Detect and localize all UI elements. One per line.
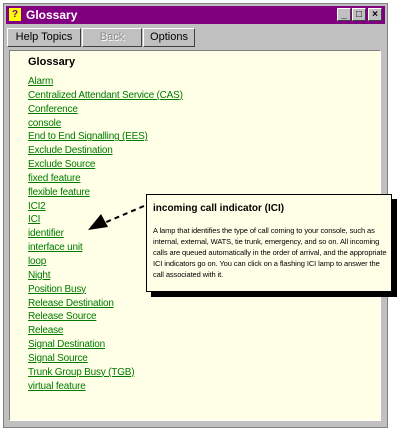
window-title: Glossary [26,8,78,22]
minimize-button[interactable]: _ [337,8,351,21]
glossary-link[interactable]: Exclude Destination [28,144,183,158]
glossary-link[interactable]: Release Source [28,310,183,324]
options-button[interactable]: Options [143,28,195,47]
definition-popup[interactable]: incoming call indicator (ICI) A lamp tha… [146,194,392,292]
close-button[interactable]: × [368,8,382,21]
glossary-link[interactable]: console [28,117,183,131]
title-bar[interactable]: ? Glossary _ □ × [6,6,385,24]
popup-title: incoming call indicator (ICI) [153,203,285,214]
glossary-link[interactable]: Exclude Source [28,158,183,172]
glossary-link[interactable]: Alarm [28,75,183,89]
glossary-link[interactable]: fixed feature [28,172,183,186]
help-icon: ? [9,8,21,21]
glossary-link[interactable]: Conference [28,103,183,117]
glossary-link[interactable]: Signal Source [28,352,183,366]
glossary-link[interactable]: Centralized Attendant Service (CAS) [28,89,183,103]
glossary-link[interactable]: Signal Destination [28,338,183,352]
popup-body: A lamp that identifies the type of call … [153,226,387,279]
toolbar: Help Topics Back Options [6,26,385,48]
glossary-link[interactable]: Trunk Group Busy (TGB) [28,366,183,380]
glossary-link[interactable]: Release Destination [28,297,183,311]
back-button[interactable]: Back [82,28,142,47]
help-topics-button[interactable]: Help Topics [7,28,81,47]
glossary-link[interactable]: Release [28,324,183,338]
glossary-heading: Glossary [28,56,76,68]
glossary-link[interactable]: virtual feature [28,380,183,394]
maximize-button[interactable]: □ [352,8,366,21]
glossary-link[interactable]: End to End Signalling (EES) [28,130,183,144]
